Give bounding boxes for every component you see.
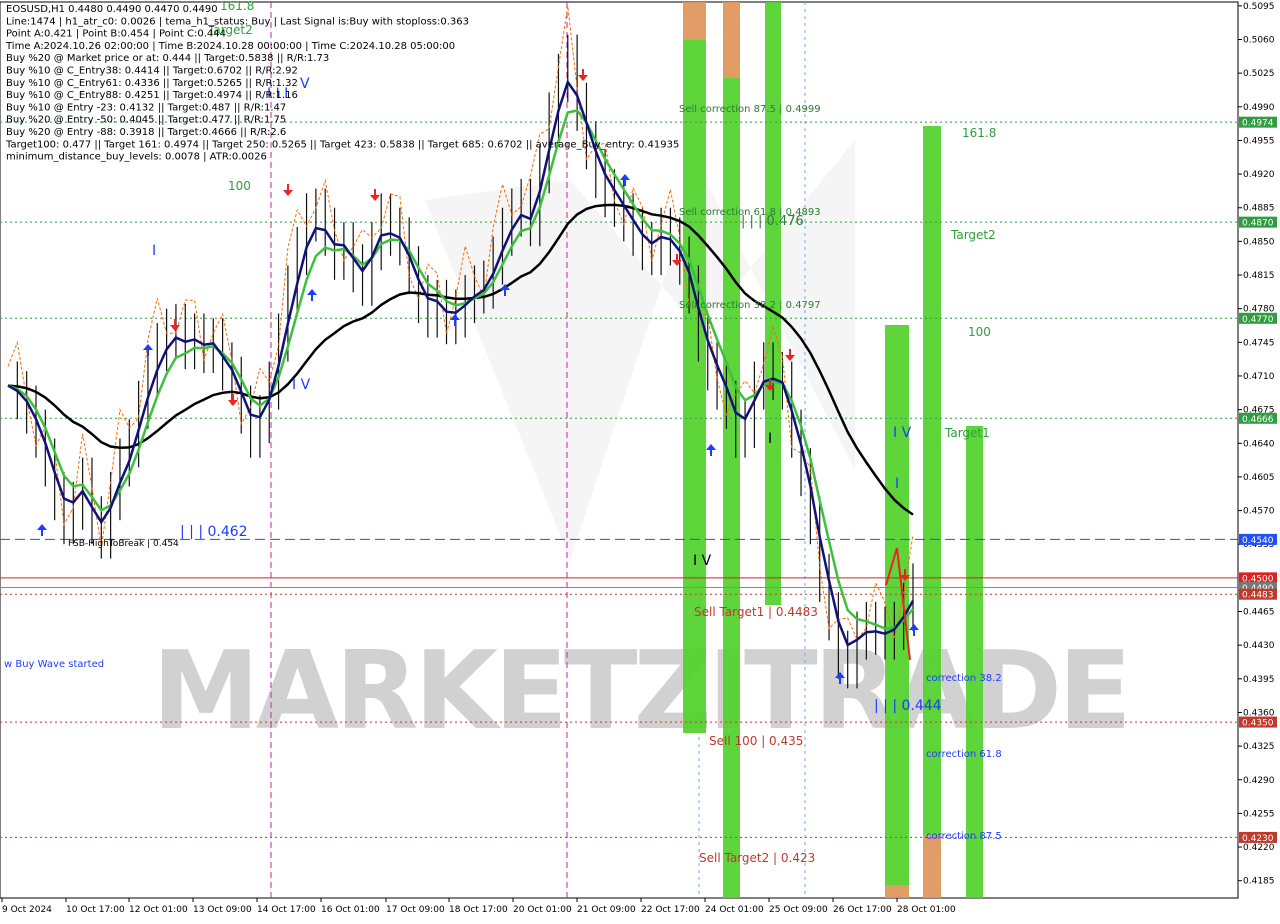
x-tick-label-1: 10 Oct 17:00 [66, 905, 125, 915]
chart-canvas: MARKETZITRADE0.50950.50600.50250.49900.4… [0, 0, 1280, 920]
annotation-16: | | | 0.444 [874, 698, 942, 714]
price-tag-4: 0.4540 [1242, 536, 1274, 546]
annotation-23: I [895, 476, 899, 492]
x-tick-label-7: 18 Oct 17:00 [449, 905, 508, 915]
y-tick-label-22: 0.4290 [1243, 776, 1275, 786]
y-tick-label-6: 0.4885 [1243, 204, 1275, 214]
y-tick-label-14: 0.4605 [1243, 473, 1275, 483]
zone-bar-5 [885, 325, 909, 885]
y-tick-label-2: 0.5025 [1243, 69, 1275, 79]
annotation-3: Target1 [944, 426, 990, 440]
annotation-24: I V [693, 553, 712, 569]
annotation-15: FSB-HighToBreak | 0.454 [68, 539, 179, 549]
x-tick-label-2: 12 Oct 01:00 [129, 905, 188, 915]
y-tick-label-23: 0.4255 [1243, 809, 1275, 819]
x-tick-label-13: 26 Oct 17:00 [833, 905, 892, 915]
info-line-6: Buy %10 @ C_Entry61: 0.4336 || Target:0.… [6, 78, 298, 89]
annotation-8: Sell Target1 | 0.4483 [694, 605, 818, 619]
y-tick-label-1: 0.5060 [1243, 35, 1275, 45]
annotation-25: I [768, 431, 772, 447]
info-line-1: Line:1474 | h1_atr_c0: 0.0026 | tema_h1_… [6, 16, 469, 27]
info-line-8: Buy %10 @ Entry -23: 0.4132 || Target:0.… [6, 102, 286, 113]
info-line-12: minimum_distance_buy_levels: 0.0078 | AT… [6, 152, 267, 163]
y-tick-label-15: 0.4570 [1243, 507, 1275, 517]
price-tag-7: 0.4483 [1242, 591, 1274, 601]
price-tag-8: 0.4350 [1242, 719, 1274, 729]
zone-bar-1 [683, 40, 706, 733]
price-tag-2: 0.4770 [1242, 315, 1274, 325]
y-tick-label-24: 0.4220 [1243, 843, 1275, 853]
annotation-13: correction 87.5 [926, 831, 1002, 842]
x-tick-label-4: 14 Oct 17:00 [257, 905, 316, 915]
y-tick-label-8: 0.4815 [1243, 271, 1275, 281]
x-tick-label-10: 22 Oct 17:00 [641, 905, 700, 915]
x-tick-label-5: 16 Oct 01:00 [321, 905, 380, 915]
price-tag-9: 0.4230 [1242, 834, 1274, 844]
x-tick-label-8: 20 Oct 01:00 [513, 905, 572, 915]
annotation-6: Sell correction 38.2 | 0.4797 [679, 300, 821, 311]
zone-bar-6 [885, 885, 909, 898]
price-tag-3: 0.4666 [1242, 415, 1274, 425]
y-tick-label-25: 0.4185 [1243, 877, 1275, 887]
y-tick-label-17: 0.4465 [1243, 608, 1275, 618]
zone-bar-9 [966, 426, 983, 898]
y-tick-label-3: 0.4990 [1243, 103, 1275, 113]
annotation-10: Sell Target2 | 0.423 [699, 851, 815, 865]
y-tick-label-13: 0.4640 [1243, 439, 1275, 449]
y-tick-label-18: 0.4430 [1243, 641, 1275, 651]
annotation-14: | | | 0.462 [180, 524, 248, 540]
target-label-right-0: 161.8 [962, 126, 996, 140]
y-tick-label-4: 0.4955 [1243, 136, 1275, 146]
annotation-21: I V [893, 425, 912, 441]
info-line-5: Buy %10 @ C_Entry38: 0.4414 || Target:0.… [6, 66, 298, 77]
annotation-22: V [300, 76, 310, 92]
price-chart: MARKETZITRADE 0.5095 0.5060 0.5025 0.4990 0.4… [0, 0, 1280, 920]
annotation-7: | | | 0.476 [741, 214, 804, 229]
y-tick-label-5: 0.4920 [1243, 170, 1275, 180]
y-tick-label-0: 0.5095 [1243, 2, 1275, 12]
x-tick-label-0: 9 Oct 2024 [2, 905, 52, 915]
target-label-right-2: 100 [968, 325, 991, 339]
annotation-20: I [152, 243, 156, 259]
info-line-9: Buy %20 @ Entry -50: 0.4045 || Target:0.… [6, 115, 286, 126]
annotation-12: correction 61.8 [926, 749, 1002, 760]
y-tick-label-10: 0.4745 [1243, 338, 1275, 348]
info-line-11: Target100: 0.477 || Target 161: 0.4974 |… [5, 139, 679, 150]
zone-bar-8 [923, 835, 941, 898]
annotation-0: 161.8 [220, 0, 254, 13]
y-tick-label-7: 0.4850 [1243, 237, 1275, 247]
info-line-7: Buy %10 @ C_Entry88: 0.4251 || Target:0.… [6, 90, 298, 101]
annotation-17: w Buy Wave started [4, 659, 104, 670]
x-tick-label-6: 17 Oct 09:00 [386, 905, 445, 915]
y-tick-label-11: 0.4710 [1243, 372, 1275, 382]
x-tick-label-3: 13 Oct 09:00 [193, 905, 252, 915]
info-line-2: Point A:0.421 | Point B:0.454 | Point C:… [6, 29, 226, 40]
info-line-10: Buy %20 @ Entry -88: 0.3918 || Target:0.… [6, 127, 286, 138]
chart-background [0, 0, 1280, 920]
annotation-9: Sell 100 | 0.435 [709, 734, 803, 748]
price-tag-0: 0.4974 [1242, 119, 1274, 129]
y-tick-label-21: 0.4325 [1243, 742, 1275, 752]
info-line-3: Time A:2024.10.26 02:00:00 | Time B:2024… [5, 41, 455, 52]
annotation-4: Sell correction 87.5 | 0.4999 [679, 104, 821, 115]
x-tick-label-14: 28 Oct 01:00 [897, 905, 956, 915]
x-tick-label-11: 24 Oct 01:00 [705, 905, 764, 915]
x-tick-label-9: 21 Oct 09:00 [577, 905, 636, 915]
annotation-2: 100 [228, 179, 251, 193]
zone-bar-0 [683, 2, 706, 40]
x-tick-label-12: 25 Oct 09:00 [769, 905, 828, 915]
info-line-0: EOSUSD,H1 0.4480 0.4490 0.4470 0.4490 [6, 4, 218, 15]
annotation-11: correction 38.2 [926, 673, 1002, 684]
annotation-18: I V [292, 377, 311, 393]
zone-bar-3 [723, 78, 740, 898]
info-line-4: Buy %20 @ Market price or at: 0.444 || T… [6, 53, 329, 64]
y-tick-label-19: 0.4395 [1243, 675, 1275, 685]
zone-bar-7 [923, 126, 941, 835]
target-label-right-1: Target2 [950, 228, 996, 242]
price-tag-1: 0.4870 [1242, 219, 1274, 229]
zone-bar-2 [723, 2, 740, 78]
